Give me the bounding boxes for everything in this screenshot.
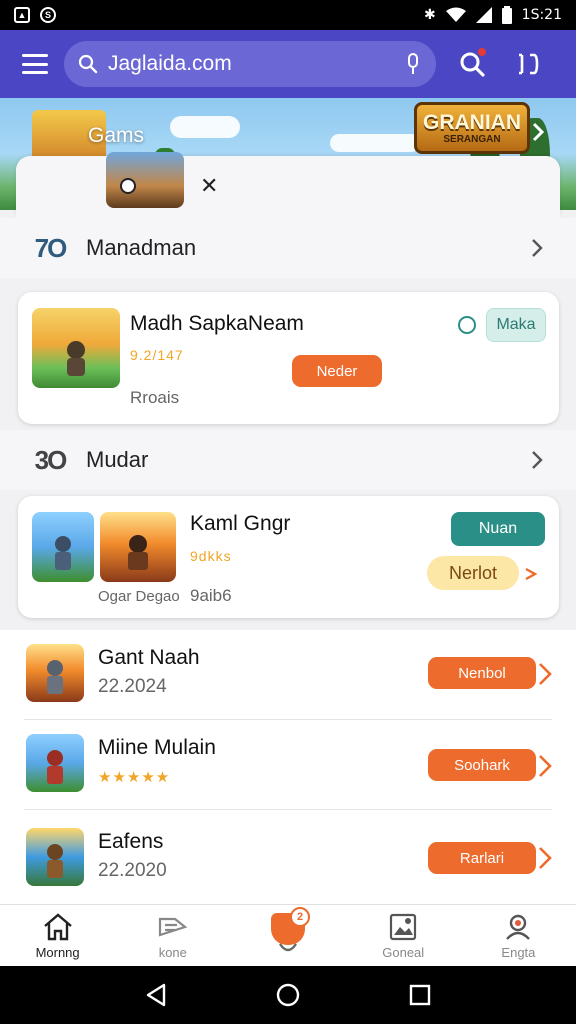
list-item[interactable]: Gant Naah 22.2024 Nenbol [0, 630, 576, 720]
game-title: Kaml Gngr [190, 512, 291, 535]
game-thumbnail [32, 512, 94, 582]
section-logo-icon: 7O [34, 232, 68, 263]
nav-label: Goneal [382, 945, 425, 960]
battery-icon [501, 6, 512, 24]
game-meta: 9aib6 [190, 586, 232, 605]
list-item[interactable]: Eafens 22.2020 Rarlari [0, 810, 576, 900]
section-title: Mudar [86, 447, 149, 472]
game-date: 22.2020 [98, 860, 167, 881]
game-card-kaml[interactable]: Ogar Degao Kaml Gngr 9dkks 9aib6 Nuan Ne… [18, 496, 559, 618]
voice-search-icon[interactable] [404, 52, 422, 76]
game-date: 22.2024 [98, 676, 167, 697]
game-publisher: Ogar Degao [98, 588, 180, 605]
picture-icon [390, 913, 417, 941]
game-thumbnail [26, 828, 84, 886]
bottom-navigation: Mornng kone 2 Goneal Engta [0, 904, 576, 966]
search-bar[interactable] [64, 41, 436, 87]
chevron-right-icon[interactable] [536, 845, 554, 871]
system-navigation-bar [0, 966, 576, 1024]
gallery-notification-icon: ▲ [14, 7, 30, 23]
install-button[interactable]: Neder [292, 355, 382, 387]
sync-notification-icon: S [40, 7, 56, 23]
filter-thumbnail [106, 152, 184, 208]
notification-dot [478, 48, 486, 56]
ticket-icon [158, 917, 188, 937]
banner-game-logo: GRANIAN SERANGAN [414, 102, 530, 154]
hamburger-menu-icon[interactable] [22, 54, 48, 74]
nav-item-downloads[interactable]: 2 [230, 905, 345, 966]
back-button[interactable] [141, 980, 171, 1010]
game-title: Gant Naah [98, 646, 200, 669]
section-title: Manadman [86, 235, 197, 260]
search-icon [78, 54, 98, 74]
secondary-action-button[interactable]: Maka [486, 308, 546, 342]
download-button[interactable]: Rarlari [428, 842, 536, 874]
home-icon [43, 913, 72, 941]
status-time: 1S:21 [521, 7, 562, 23]
primary-action-button[interactable]: Nuan [451, 512, 545, 546]
status-bar: ▲ S ✱ 1S:21 [0, 0, 576, 30]
search-input[interactable] [108, 52, 394, 76]
game-thumbnail [100, 512, 176, 582]
game-rating: 9dkks [190, 548, 232, 564]
secondary-action-button[interactable]: Nerlot [427, 556, 519, 590]
chevron-right-icon[interactable] [523, 566, 539, 582]
game-list: Gant Naah 22.2024 Nenbol Miine Mulain ★★… [0, 630, 576, 904]
home-circle-icon [276, 983, 300, 1007]
section-header-manadman[interactable]: 7O Manadman [0, 218, 576, 278]
chevron-right-icon[interactable] [536, 661, 554, 687]
app-bar [0, 30, 576, 98]
section-logo-icon: 3O [34, 444, 68, 475]
chevron-right-icon[interactable] [526, 120, 550, 144]
game-title: Miine Mulain [98, 736, 216, 759]
filter-chip-card: ✕ [16, 152, 560, 218]
nav-label: Engta [501, 945, 536, 960]
game-thumbnail [26, 644, 84, 702]
wifi-icon [445, 7, 466, 22]
nav-item-goneal[interactable]: Goneal [346, 905, 461, 966]
chevron-right-icon[interactable] [526, 449, 548, 471]
game-title: Eafens [98, 830, 164, 853]
bracket-icon [519, 53, 539, 75]
profile-icon [506, 914, 531, 940]
back-triangle-icon [146, 983, 166, 1007]
section-header-mudar[interactable]: 3O Mudar [0, 430, 576, 490]
game-thumbnail [26, 734, 84, 792]
chevron-right-icon[interactable] [526, 237, 548, 259]
nav-item-kone[interactable]: kone [115, 905, 230, 966]
list-item[interactable]: Miine Mulain ★★★★★ Soohark [0, 720, 576, 810]
game-rating: ★★★★★ [98, 769, 171, 786]
download-button[interactable]: Soohark [428, 749, 536, 781]
game-thumbnail [32, 308, 120, 388]
bluetooth-icon: ✱ [423, 7, 436, 23]
notification-badge: 2 [290, 907, 310, 927]
profile-button[interactable] [508, 44, 548, 84]
banner-title: Gams [88, 124, 145, 147]
download-button[interactable]: Nenbol [428, 657, 536, 689]
home-button[interactable] [273, 980, 303, 1010]
search-button[interactable] [452, 44, 492, 84]
featured-game-card[interactable]: Madh SapkaNeam 9.2/147 Rroais Maka Neder [18, 292, 559, 424]
signal-icon [475, 7, 492, 23]
nav-label: kone [158, 945, 187, 960]
nav-label: Mornng [35, 945, 80, 960]
game-rating: 9.2/147 [130, 347, 184, 363]
close-icon[interactable]: ✕ [200, 174, 218, 199]
nav-item-engta[interactable]: Engta [461, 905, 576, 966]
chevron-right-icon[interactable] [536, 753, 554, 779]
info-icon[interactable] [458, 316, 476, 334]
recents-square-icon [409, 984, 431, 1006]
game-title: Madh SapkaNeam [130, 312, 304, 335]
recents-button[interactable] [405, 980, 435, 1010]
radio-icon[interactable] [120, 178, 136, 194]
game-meta: Rroais [130, 388, 180, 407]
nav-item-home[interactable]: Mornng [0, 905, 115, 966]
